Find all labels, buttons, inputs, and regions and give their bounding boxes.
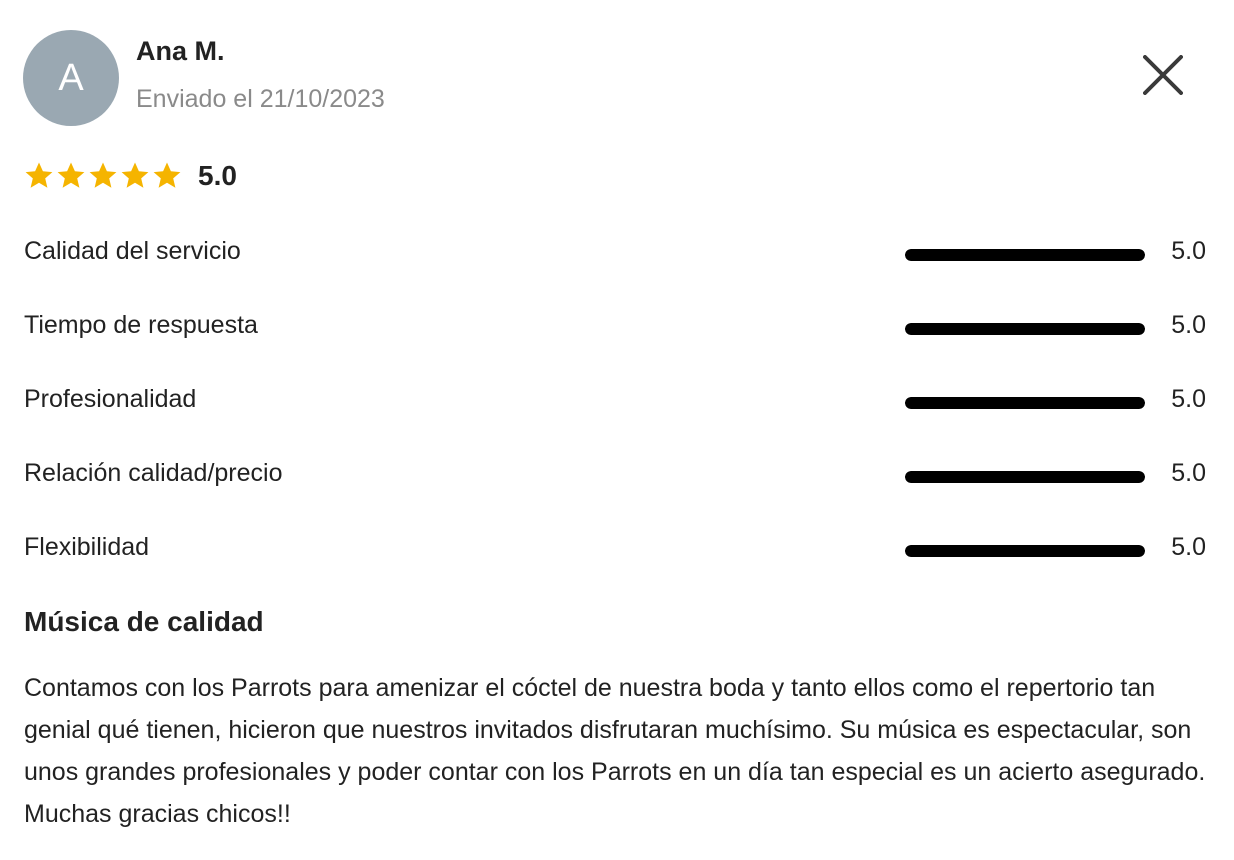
overall-rating: 5.0 [24, 156, 237, 196]
criterion-row: Relación calidad/precio 5.0 [24, 446, 1210, 520]
criterion-row: Tiempo de respuesta 5.0 [24, 298, 1210, 372]
criterion-bar-fill [905, 249, 1145, 261]
close-icon [1143, 55, 1183, 95]
criterion-label: Tiempo de respuesta [24, 311, 258, 339]
criterion-label: Calidad del servicio [24, 237, 241, 265]
criterion-bar [905, 471, 1145, 483]
criterion-score: 5.0 [1171, 311, 1206, 339]
criterion-bar-fill [905, 545, 1145, 557]
review-dialog: A Ana M. Enviado el 21/10/2023 5.0 Calid… [0, 0, 1234, 860]
star-rating [24, 161, 182, 191]
criterion-bar [905, 323, 1145, 335]
criterion-bar [905, 249, 1145, 261]
sent-date: Enviado el 21/10/2023 [136, 85, 385, 113]
criterion-label: Profesionalidad [24, 385, 197, 413]
criterion-row: Profesionalidad 5.0 [24, 372, 1210, 446]
criterion-label: Flexibilidad [24, 533, 150, 561]
criterion-bar-fill [905, 397, 1145, 409]
criterion-bar-fill [905, 323, 1145, 335]
criterion-row: Flexibilidad 5.0 [24, 520, 1210, 594]
overall-score: 5.0 [198, 160, 237, 191]
star-icon [89, 162, 117, 188]
avatar-letter: A [58, 56, 84, 99]
close-button[interactable] [1136, 48, 1190, 102]
author-name: Ana M. [136, 36, 225, 66]
star-icon [153, 162, 181, 188]
criterion-score: 5.0 [1171, 385, 1206, 413]
star-icon [121, 162, 149, 188]
criteria-list: Calidad del servicio 5.0 Tiempo de respues… [24, 224, 1210, 594]
review-body: Contamos con los Parrots para amenizar e… [24, 674, 1206, 828]
criterion-bar-fill [905, 471, 1145, 483]
star-icon [57, 162, 85, 188]
criterion-score: 5.0 [1171, 533, 1206, 561]
criterion-row: Calidad del servicio 5.0 [24, 224, 1210, 298]
review-title: Música de calidad [24, 606, 264, 637]
criterion-label: Relación calidad/precio [24, 459, 283, 487]
star-icon [25, 162, 53, 188]
criterion-bar [905, 545, 1145, 557]
avatar: A [23, 30, 119, 126]
criterion-score: 5.0 [1171, 459, 1206, 487]
criterion-score: 5.0 [1171, 237, 1206, 265]
criterion-bar [905, 397, 1145, 409]
